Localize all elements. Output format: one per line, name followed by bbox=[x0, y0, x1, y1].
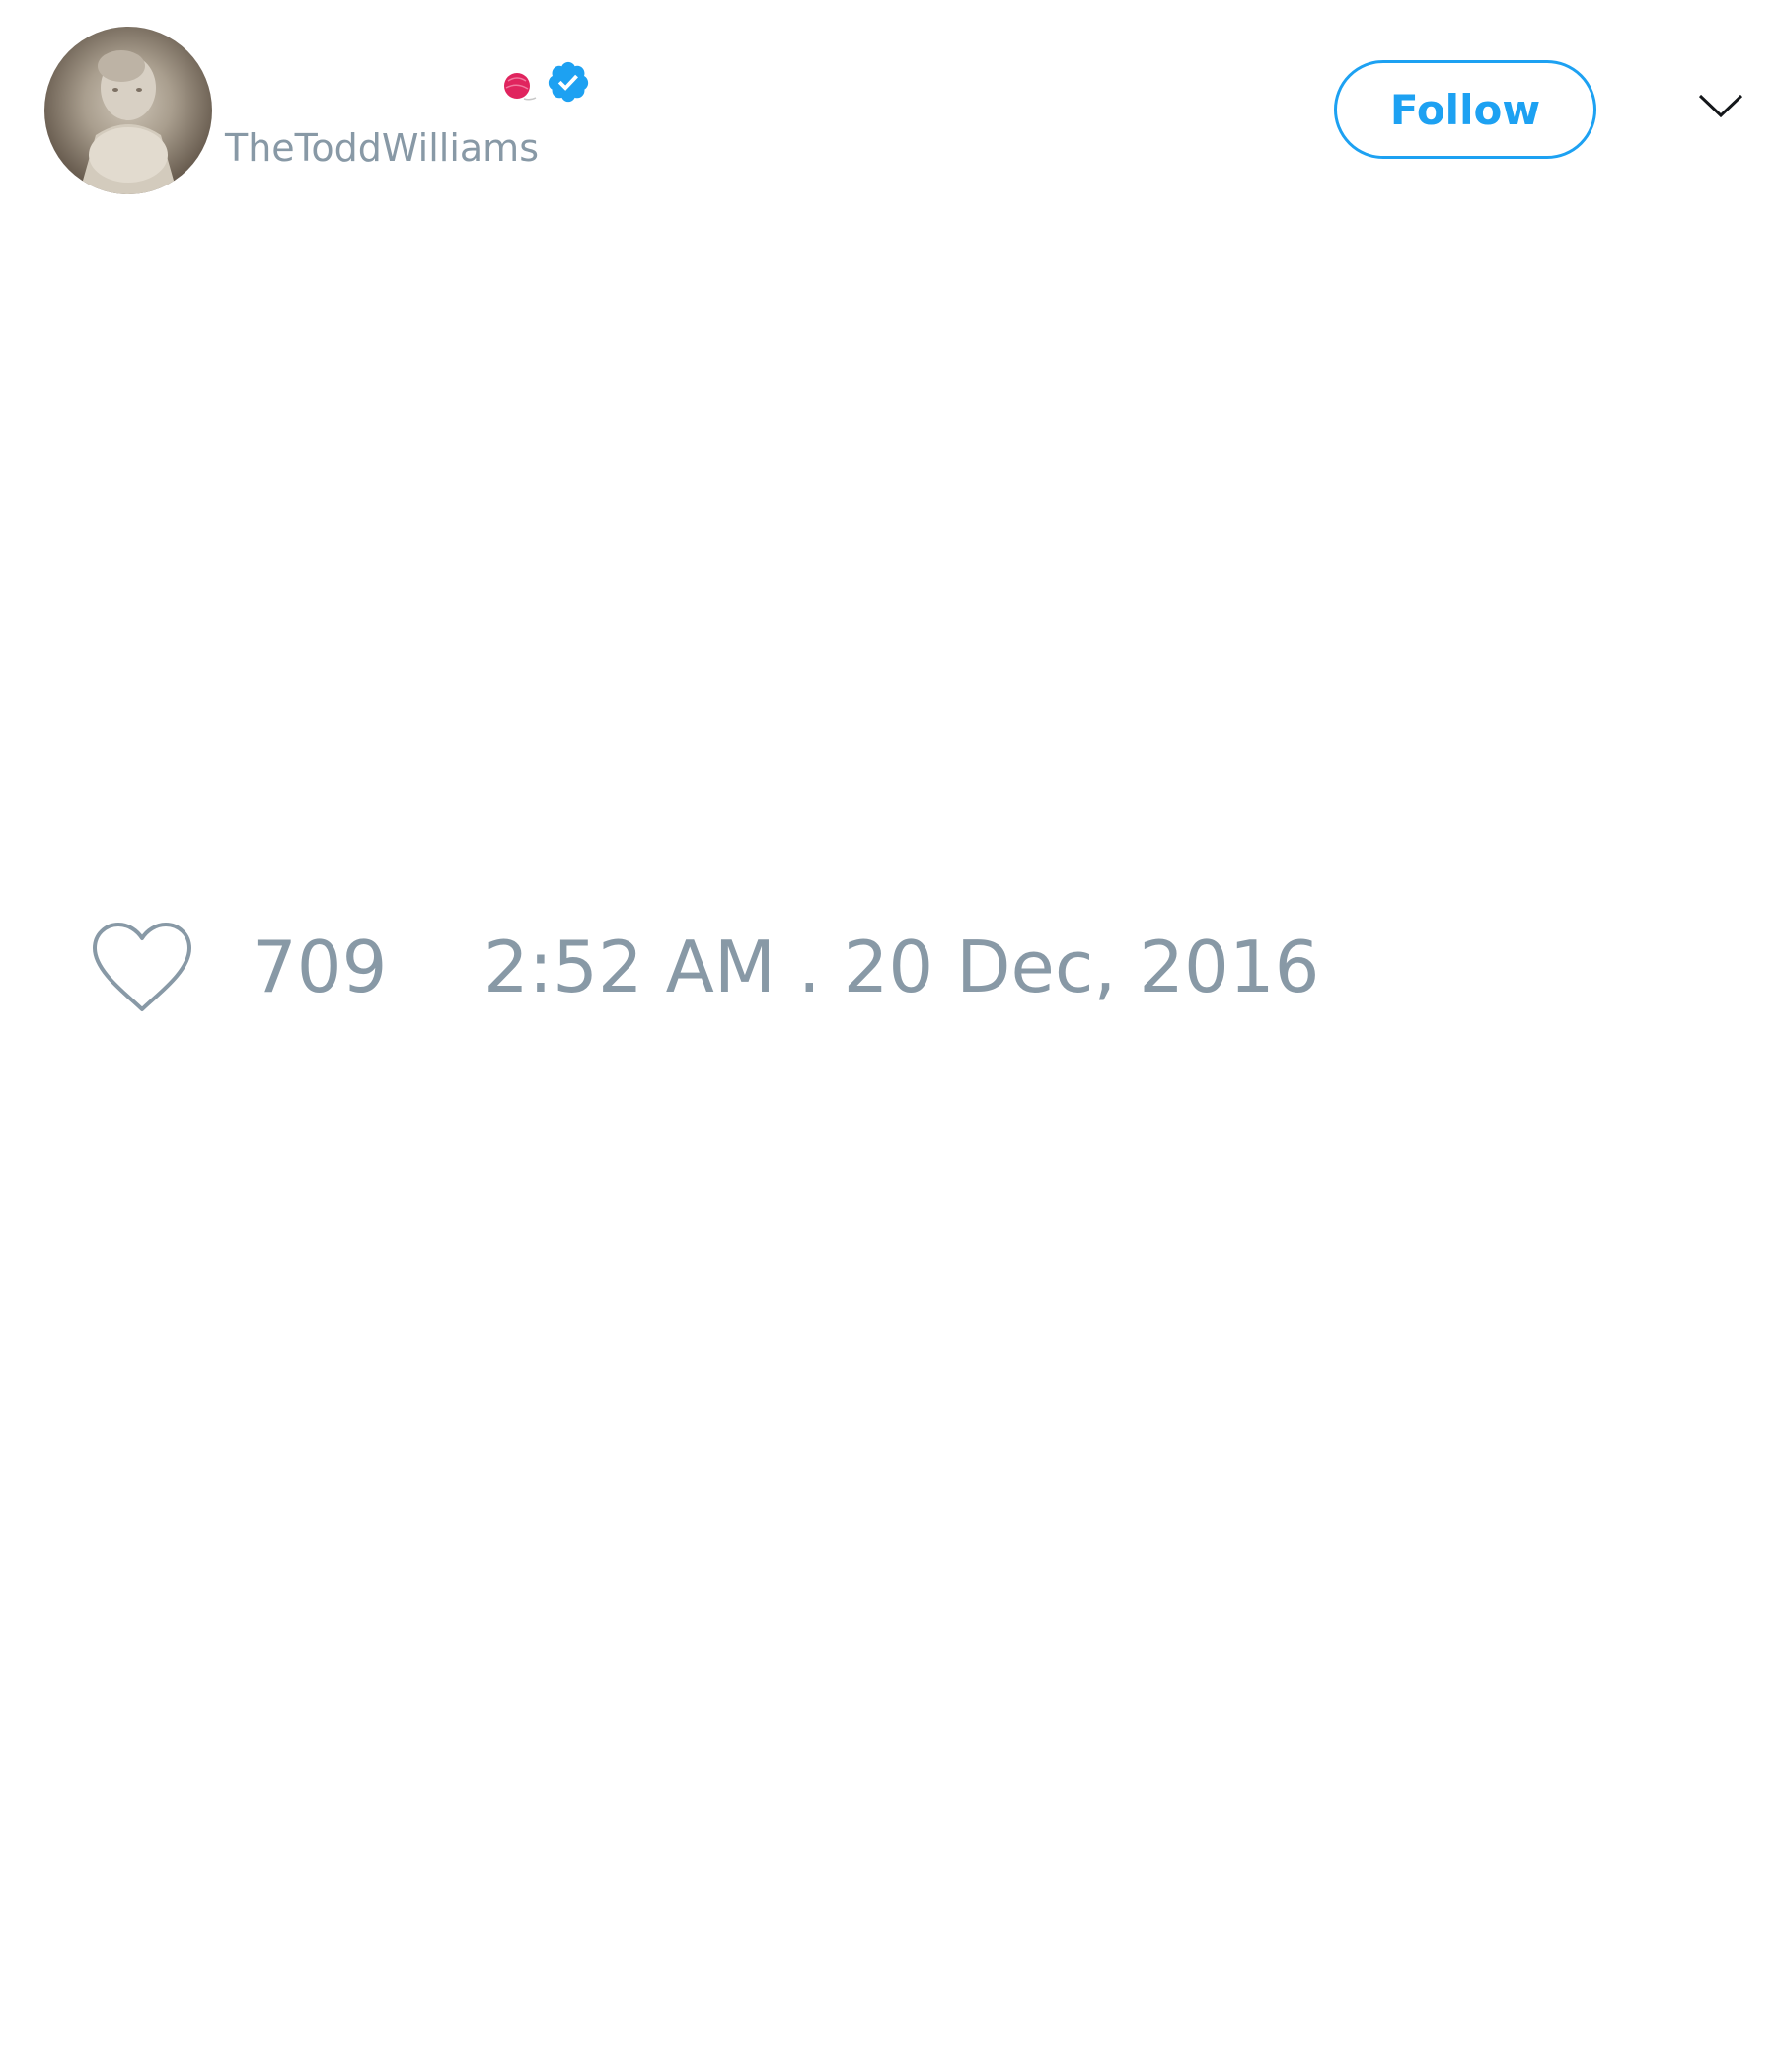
chevron-down-icon[interactable] bbox=[1697, 91, 1744, 120]
author-name-row bbox=[225, 57, 237, 107]
statue-avatar-icon bbox=[79, 50, 178, 194]
author-handle[interactable]: TheToddWilliams bbox=[225, 126, 539, 170]
tweet-timestamp[interactable]: 2:52 AM . 20 Dec, 2016 bbox=[483, 923, 1319, 1011]
tweet-header: TheToddWilliams Follow bbox=[0, 0, 1776, 227]
yarn-ball-icon bbox=[504, 73, 537, 101]
tweet-text bbox=[44, 227, 1732, 858]
avatar[interactable] bbox=[44, 27, 212, 194]
heart-icon[interactable] bbox=[89, 921, 195, 1015]
verified-badge-icon bbox=[548, 61, 589, 103]
follow-button[interactable]: Follow bbox=[1334, 60, 1596, 159]
like-count: 709 bbox=[252, 925, 388, 1008]
